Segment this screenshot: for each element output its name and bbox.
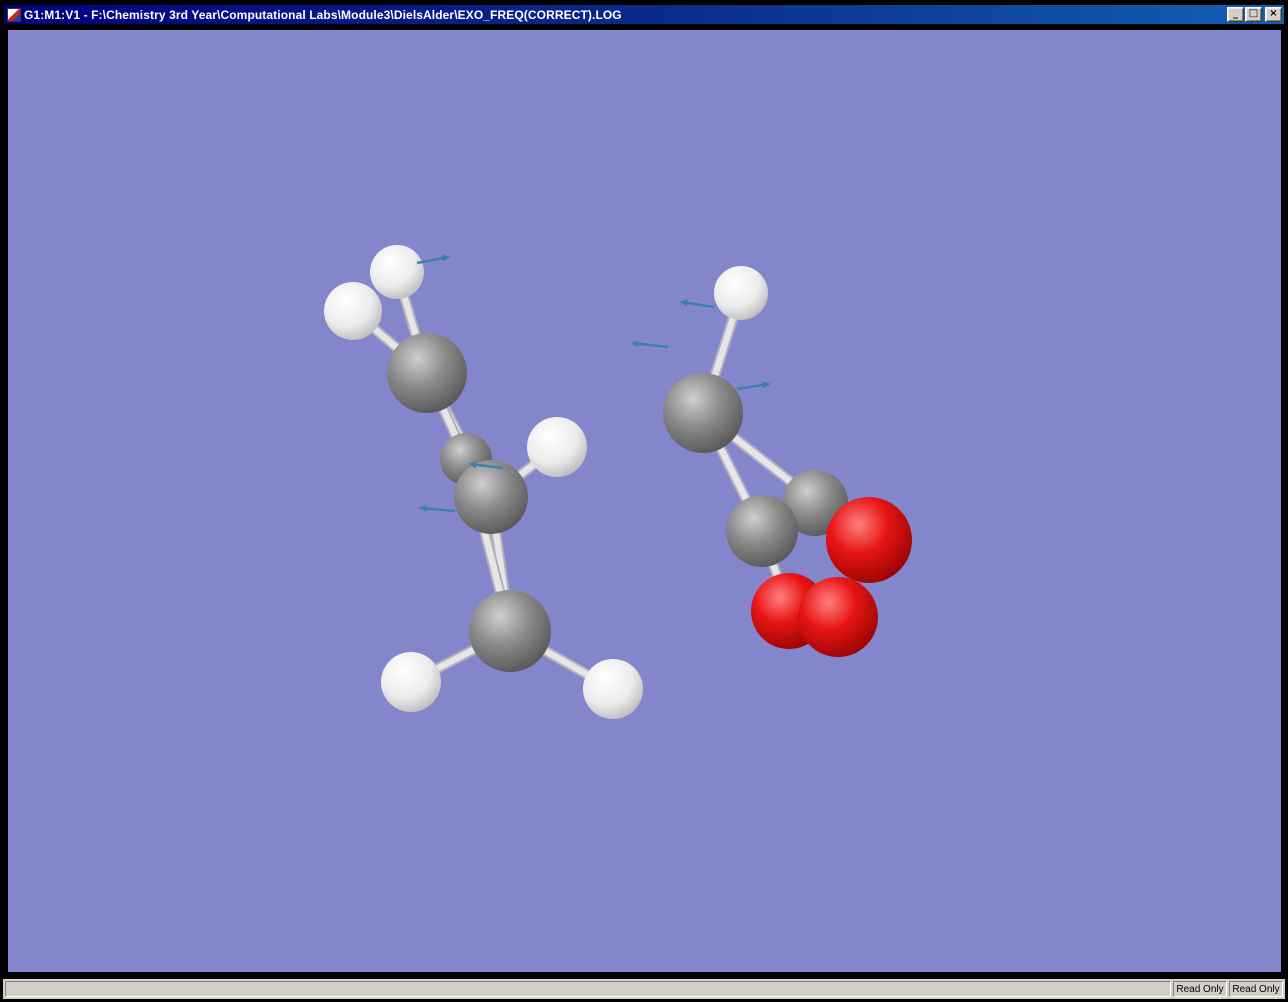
title-bar[interactable]: G1:M1:V1 - F:\Chemistry 3rd Year\Computa… bbox=[4, 5, 1284, 24]
vibration-arrow bbox=[630, 340, 669, 349]
window-title: G1:M1:V1 - F:\Chemistry 3rd Year\Computa… bbox=[24, 7, 622, 22]
statusbar-message bbox=[5, 981, 1171, 997]
molecule-canvas[interactable] bbox=[8, 30, 1281, 972]
vibration-arrow bbox=[736, 381, 771, 391]
minimize-button[interactable]: _ bbox=[1227, 7, 1244, 22]
vibration-arrow bbox=[679, 299, 715, 309]
atom-C[interactable] bbox=[454, 460, 528, 534]
atom-H[interactable] bbox=[527, 417, 587, 477]
atom-C[interactable] bbox=[387, 333, 467, 413]
atom-O[interactable] bbox=[826, 497, 912, 583]
application-window: { "window": { "title": "G1:M1:V1 - F:\\C… bbox=[0, 0, 1288, 1002]
atom-H[interactable] bbox=[714, 266, 768, 320]
atom-H[interactable] bbox=[370, 245, 424, 299]
status-bar: Read Only Read Only bbox=[3, 979, 1285, 999]
atom-C[interactable] bbox=[726, 495, 798, 567]
atom-H[interactable] bbox=[583, 659, 643, 719]
atom-C[interactable] bbox=[663, 373, 743, 453]
read-only-badge-1: Read Only bbox=[1173, 981, 1227, 997]
atom-C[interactable] bbox=[469, 590, 551, 672]
read-only-badge-2: Read Only bbox=[1229, 981, 1283, 997]
atom-H[interactable] bbox=[381, 652, 441, 712]
app-icon[interactable] bbox=[7, 7, 21, 22]
atom-O[interactable] bbox=[798, 577, 878, 657]
vibration-arrow bbox=[416, 254, 451, 265]
maximize-button[interactable]: □ bbox=[1245, 7, 1262, 22]
molecule-view bbox=[324, 245, 912, 719]
vibration-arrow bbox=[418, 505, 456, 513]
window-controls: _ □ × bbox=[1226, 7, 1282, 22]
close-button[interactable]: × bbox=[1265, 7, 1282, 22]
atom-H[interactable] bbox=[324, 282, 382, 340]
